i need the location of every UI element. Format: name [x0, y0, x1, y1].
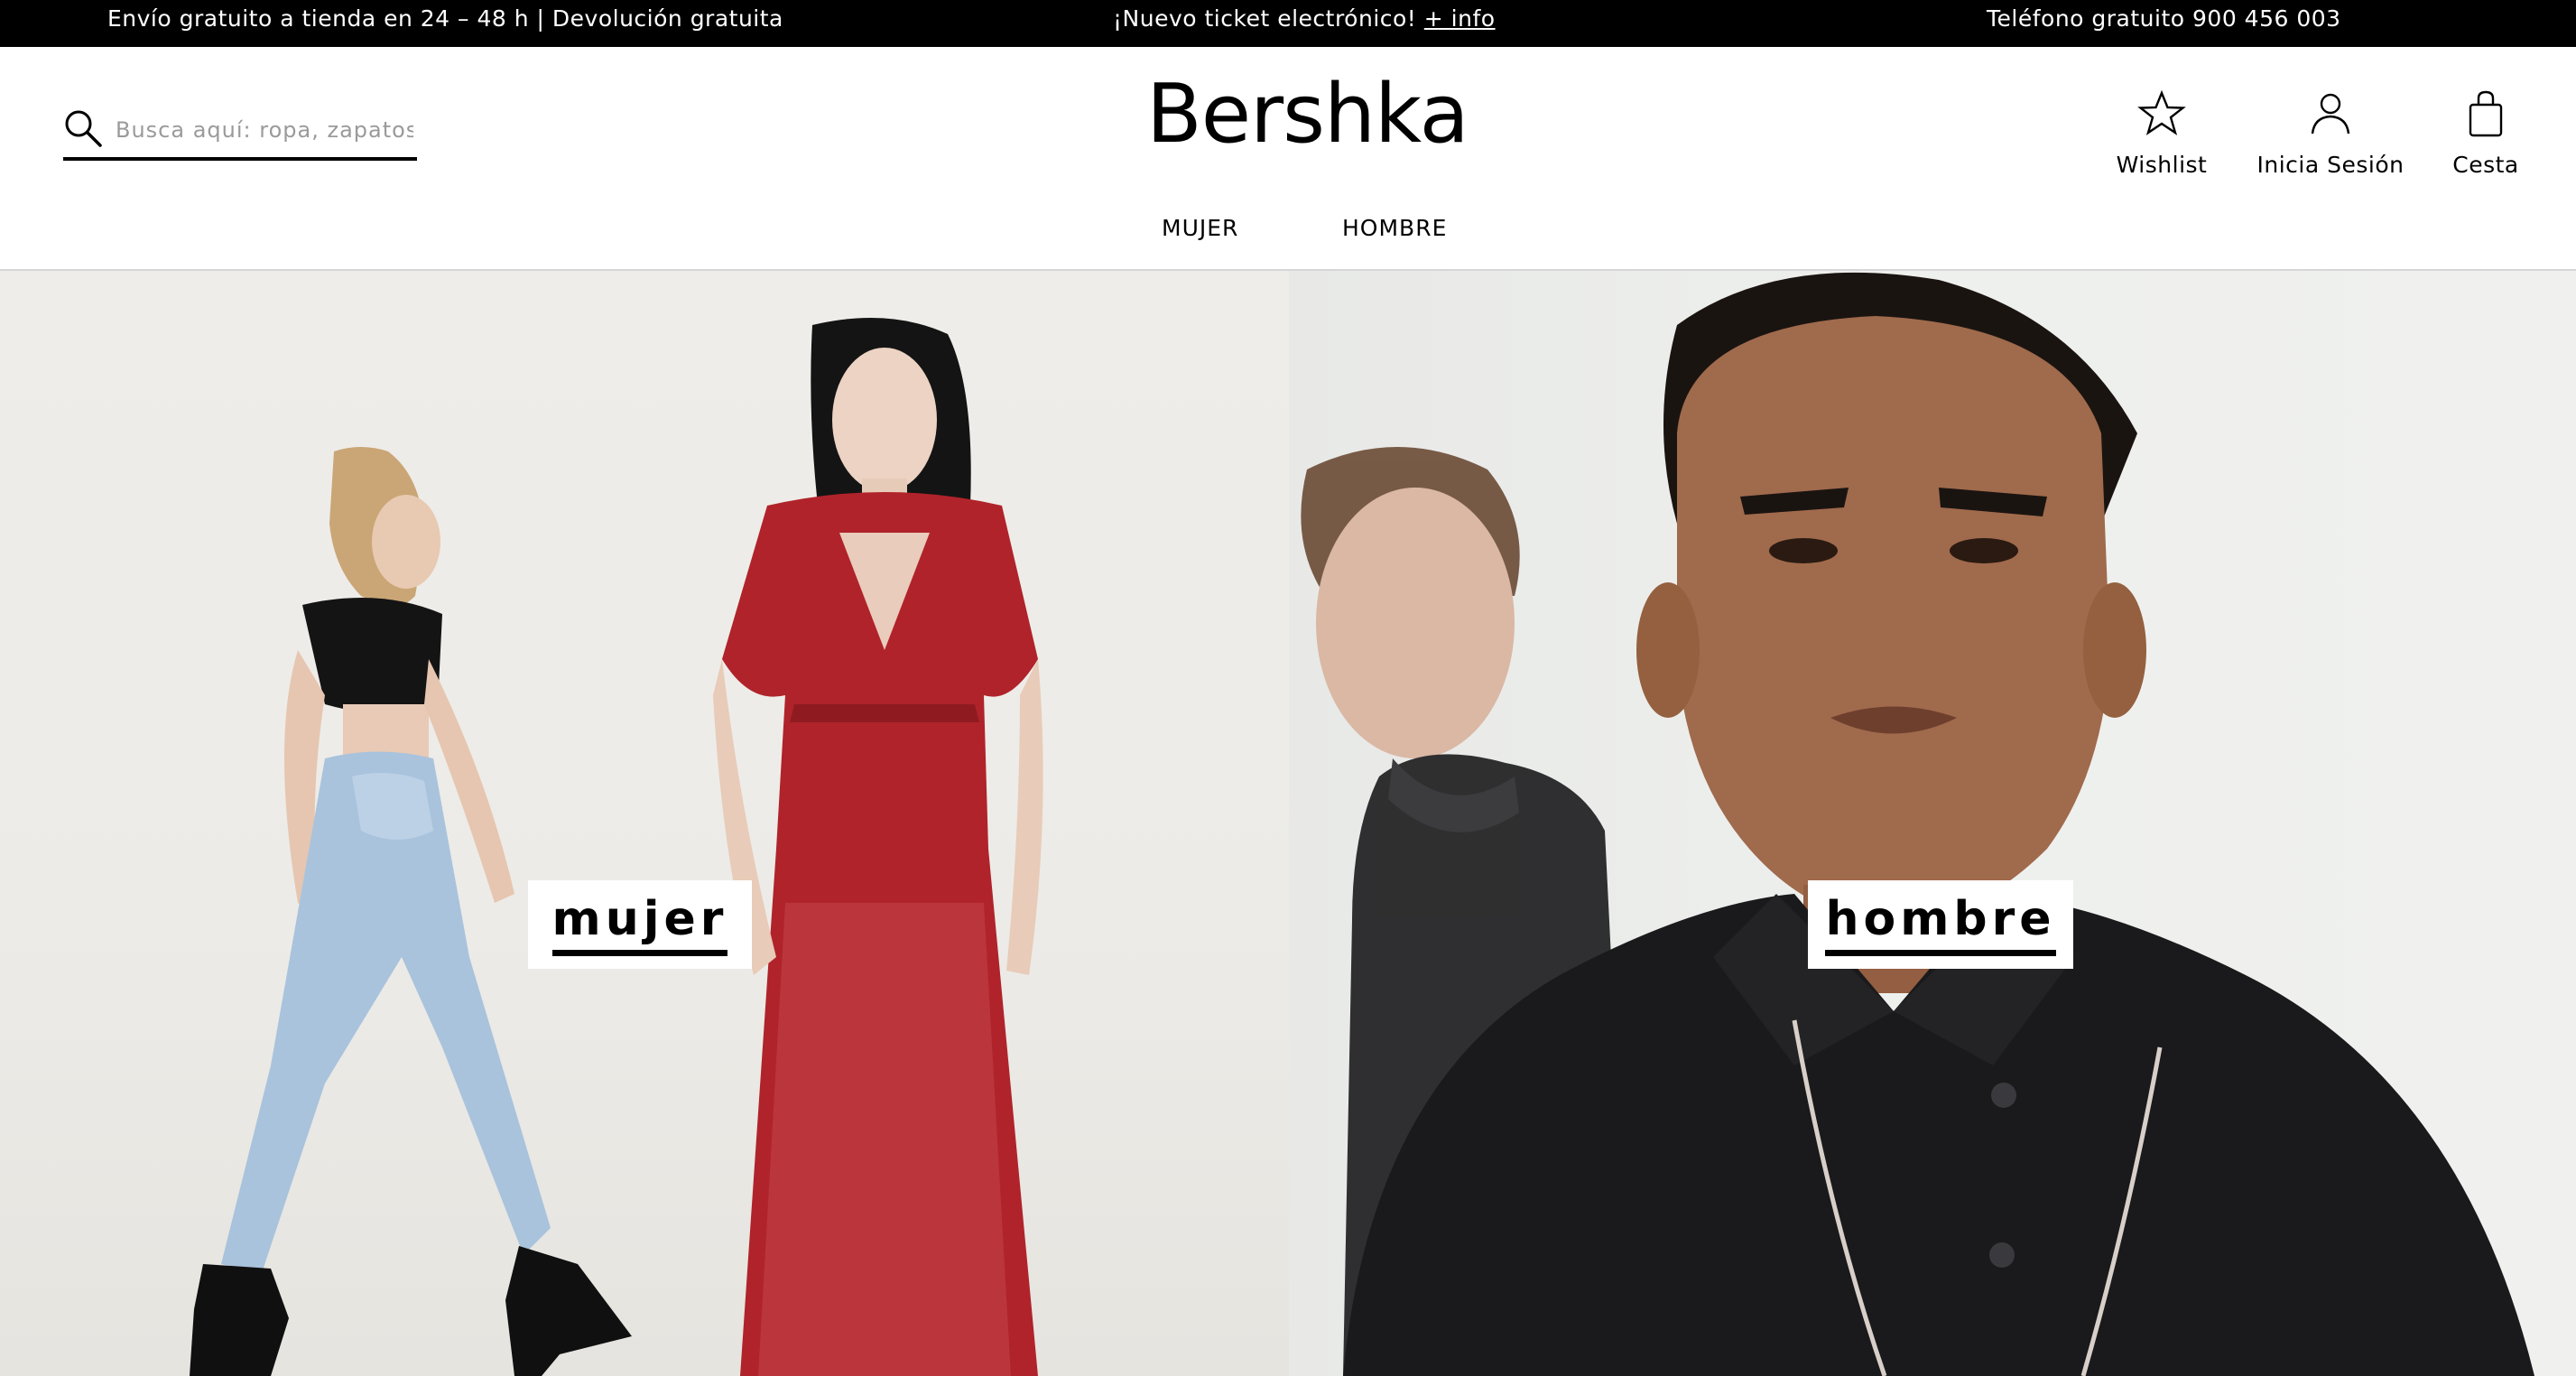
red-dress-model-figure — [713, 318, 1043, 1376]
shipping-info: Envío gratuito a tienda en 24 – 48 h | D… — [107, 5, 783, 32]
category-button-mujer[interactable]: mujer — [528, 880, 752, 969]
announcement-bar: Envío gratuito a tienda en 24 – 48 h | D… — [0, 0, 2576, 47]
search-icon[interactable] — [63, 108, 103, 148]
shopping-bag-icon — [2469, 90, 2503, 137]
hero-banner: mujer hombre — [0, 271, 2576, 1376]
search-bar[interactable] — [63, 108, 417, 208]
category-label-mujer: mujer — [551, 896, 728, 956]
more-info-link[interactable]: + info — [1424, 5, 1496, 32]
nav-item-hombre[interactable]: HOMBRE — [1342, 215, 1447, 241]
women-panel[interactable]: mujer — [0, 271, 1289, 1376]
site-header: Bershka Wishlist Inicia Sesión Cesta MUJ… — [0, 47, 2576, 271]
nav-item-mujer[interactable]: MUJER — [1162, 215, 1238, 241]
main-nav: MUJER HOMBRE — [0, 215, 2576, 251]
ticket-info-text: ¡Nuevo ticket electrónico! — [1113, 5, 1417, 32]
brand-logo[interactable]: Bershka — [1146, 74, 1469, 155]
wishlist-label: Wishlist — [2116, 152, 2208, 178]
login-button[interactable]: Inicia Sesión — [2253, 88, 2408, 178]
women-photo — [190, 318, 1043, 1376]
category-button-hombre[interactable]: hombre — [1808, 880, 2073, 969]
star-icon — [2137, 89, 2186, 135]
login-label: Inicia Sesión — [2256, 152, 2405, 178]
cart-button[interactable]: Cesta — [2448, 88, 2524, 178]
wishlist-button[interactable]: Wishlist — [2112, 88, 2211, 178]
phone-info: Teléfono gratuito 900 456 003 — [1987, 5, 2341, 32]
search-input[interactable] — [116, 112, 413, 148]
ticket-info: ¡Nuevo ticket electrónico! + info — [1113, 0, 1496, 38]
men-panel[interactable]: hombre — [1289, 271, 2576, 1376]
men-photo — [1301, 272, 2534, 1376]
category-label-hombre: hombre — [1825, 896, 2056, 956]
search-underline — [63, 157, 417, 161]
cart-label: Cesta — [2452, 152, 2519, 178]
user-icon — [2311, 93, 2350, 135]
